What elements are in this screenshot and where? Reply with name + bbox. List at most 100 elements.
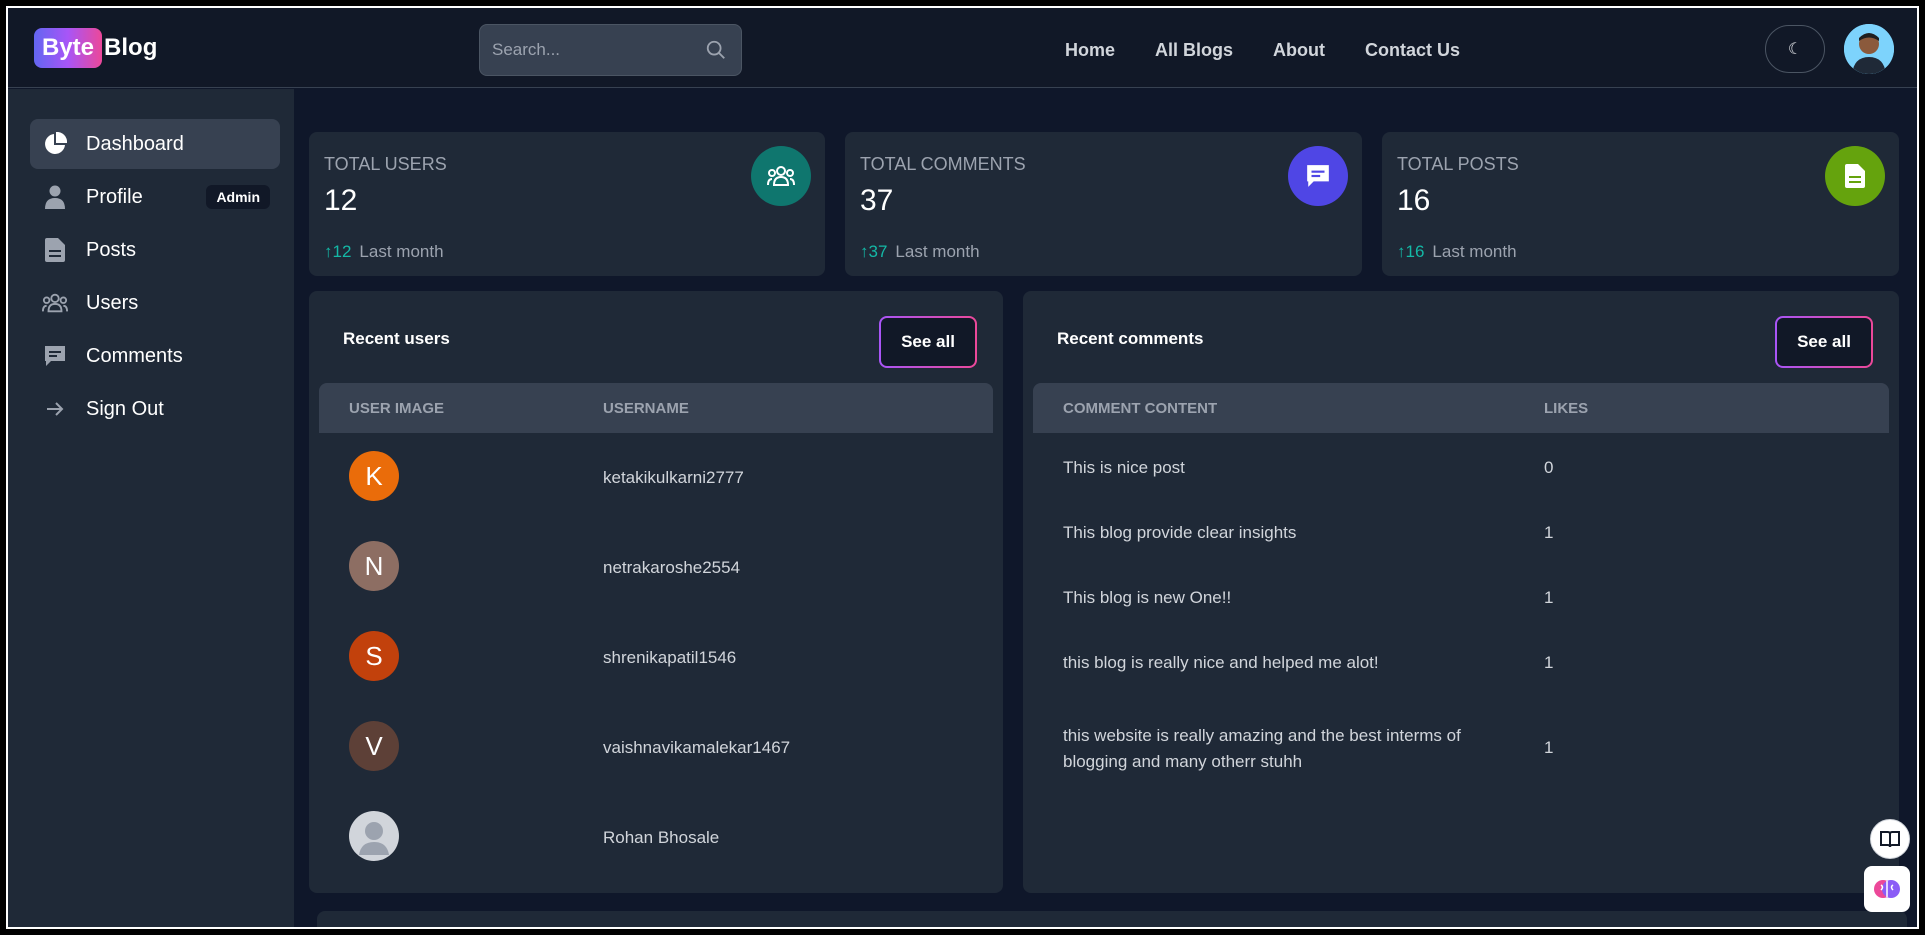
reader-mode-button[interactable] [1870,819,1910,859]
arrow-up-icon: ↑12 [324,242,352,261]
recent-users-panel: Recent users See all User Image Username… [309,291,1003,893]
search-icon[interactable] [705,39,727,61]
comment-likes: 1 [1544,523,1554,542]
recent-comments-panel: Recent comments See all Comment Content … [1023,291,1899,893]
users-icon [42,290,68,316]
stat-label: Total Comments [860,154,1026,174]
trend-value: 37 [868,242,888,261]
trend-value: 12 [332,242,352,261]
app-frame: Byte Blog Home All Blogs About Contact U… [6,6,1919,929]
comment-likes: 1 [1544,588,1554,607]
trend-value: 16 [1405,242,1425,261]
users-icon [751,146,811,206]
nav-about[interactable]: About [1273,40,1325,61]
assistant-button[interactable] [1864,866,1910,912]
sidebar-item-label: Sign Out [86,397,164,420]
logo-byte: Byte [34,28,103,68]
username: Rohan Bhosale [603,828,720,847]
comment-content: This blog provide clear insights [1063,523,1297,542]
book-icon [1880,831,1900,848]
sidebar-item-profile[interactable]: Profile Admin [30,172,280,222]
stat-card-total-comments: Total Comments 37 ↑37 Last month [845,132,1362,276]
logo-blog: Blog [104,34,158,61]
table-header: Comment Content Likes [1033,383,1889,433]
arrow-up-icon: ↑37 [860,242,888,261]
sidebar-item-sign-out[interactable]: Sign Out [30,384,280,434]
avatar: N [349,541,399,591]
sidebar-item-label: Comments [86,344,183,367]
username: vaishnavikamalekar1467 [603,738,791,757]
trend-label: Last month [1432,242,1517,261]
button-label: See all [1777,318,1871,366]
stat-value: 37 [860,184,894,217]
search-input[interactable] [480,25,700,75]
comment-likes: 1 [1544,738,1554,757]
stat-value: 16 [1397,184,1431,217]
stat-card-total-posts: Total Posts 16 ↑16 Last month [1382,132,1899,276]
stat-label: Total Users [324,154,447,174]
column-header: Likes [1544,400,1589,417]
stat-trend: ↑37 Last month [860,242,980,262]
see-all-users-button[interactable]: See all [879,316,977,368]
table-header: User Image Username [319,383,993,433]
main-nav: Home All Blogs About Contact Us [1065,40,1460,61]
column-header: Username [603,400,689,417]
admin-badge: Admin [206,185,270,209]
avatar-photo [1844,24,1894,74]
document-icon [1825,146,1885,206]
sidebar: Dashboard Profile Admin Posts Users Comm… [8,89,294,927]
user-icon [42,184,68,210]
comment-likes: 0 [1544,458,1554,477]
user-avatar[interactable] [1844,24,1894,74]
top-header: Byte Blog Home All Blogs About Contact U… [8,8,1917,88]
sidebar-item-label: Dashboard [86,132,184,155]
sidebar-item-label: Profile [86,185,143,208]
avatar: S [349,631,399,681]
trend-label: Last month [895,242,980,261]
pie-chart-icon [42,131,68,157]
comment-content: This is nice post [1063,458,1185,477]
person-icon [359,822,389,855]
comment-content: this blog is really nice and helped me a… [1063,653,1379,672]
document-icon [42,237,68,263]
logo[interactable]: Byte Blog [34,28,157,68]
sidebar-item-comments[interactable]: Comments [30,331,280,381]
username: ketakikulkarni2777 [603,468,744,487]
see-all-comments-button[interactable]: See all [1775,316,1873,368]
next-section-edge [317,911,1907,927]
comment-icon [42,343,68,369]
stat-card-total-users: Total Users 12 ↑12 Last month [309,132,825,276]
brain-icon [1874,880,1900,898]
sidebar-item-users[interactable]: Users [30,278,280,328]
avatar: V [349,721,399,771]
sidebar-item-posts[interactable]: Posts [30,225,280,275]
arrow-up-icon: ↑16 [1397,242,1425,261]
comment-icon [1288,146,1348,206]
avatar: K [349,451,399,501]
comment-content: This blog is new One!! [1063,588,1232,607]
sidebar-item-dashboard[interactable]: Dashboard [30,119,280,169]
username: netrakaroshe2554 [603,558,741,577]
nav-all-blogs[interactable]: All Blogs [1155,40,1233,61]
theme-toggle-button[interactable]: ☾ [1765,25,1825,73]
default-avatar [349,811,399,861]
panel-title: Recent users [343,329,450,348]
sidebar-item-label: Posts [86,238,137,261]
stat-value: 12 [324,184,358,217]
nav-contact-us[interactable]: Contact Us [1365,40,1460,61]
search-box [479,24,742,76]
sidebar-item-label: Users [86,291,139,314]
arrow-right-icon [42,396,68,422]
button-label: See all [881,318,975,366]
stat-trend: ↑12 Last month [324,242,444,262]
nav-home[interactable]: Home [1065,40,1115,61]
comment-content: this website is really amazing and the b… [1063,726,1461,771]
moon-icon: ☾ [1787,41,1803,58]
column-header: Comment Content [1063,400,1218,417]
comment-likes: 1 [1544,653,1554,672]
trend-label: Last month [359,242,444,261]
panel-title: Recent comments [1057,329,1204,348]
stat-label: Total Posts [1397,154,1519,174]
username: shrenikapatil1546 [603,648,737,667]
column-header: User Image [349,400,445,417]
